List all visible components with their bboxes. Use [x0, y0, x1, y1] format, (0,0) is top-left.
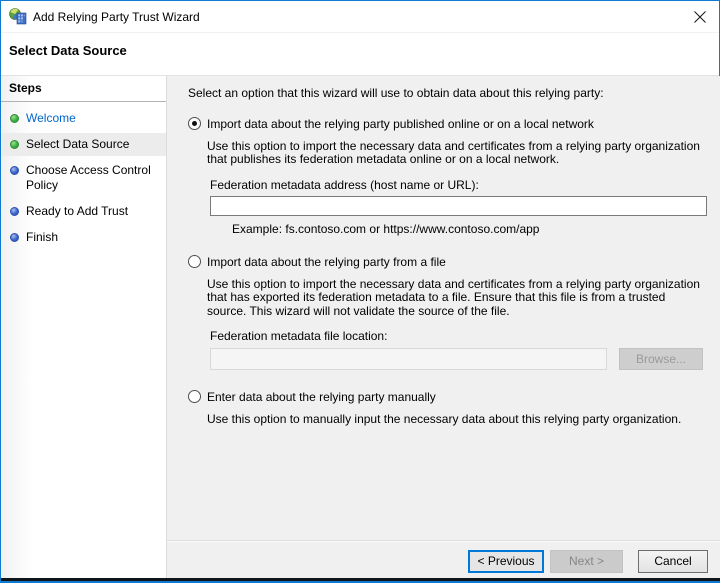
- metadata-file-label: Federation metadata file location:: [210, 329, 388, 343]
- radio-enter-manually[interactable]: [188, 389, 201, 403]
- option-description: Use this option to import the necessary …: [207, 138, 700, 166]
- metadata-address-block: Federation metadata address (host name o…: [210, 177, 707, 237]
- step-item-ready-to-add-trust: Ready to Add Trust: [1, 200, 166, 223]
- step-item-finish: Finish: [1, 226, 166, 249]
- titlebar: Add Relying Party Trust Wizard: [1, 1, 719, 33]
- previous-button[interactable]: < Previous: [468, 549, 544, 573]
- close-icon: [693, 10, 707, 27]
- content-pane: Select an option that this wizard will u…: [167, 76, 720, 581]
- option-label[interactable]: Enter data about the relying party manua…: [207, 390, 436, 404]
- steps-sidebar: Steps Welcome Select Data Source Choose …: [1, 76, 167, 581]
- steps-title: Steps: [1, 76, 166, 102]
- page-header: Select Data Source: [1, 33, 719, 75]
- step-upcoming-dot: [10, 207, 19, 216]
- option-import-file: Import data about the relying party from…: [188, 254, 707, 269]
- option-description: Use this option to manually input the ne…: [207, 411, 682, 426]
- metadata-file-block: Federation metadata file location: Brows…: [210, 329, 707, 370]
- browse-button: Browse...: [619, 347, 703, 370]
- wizard-window: Add Relying Party Trust Wizard Select Da…: [0, 0, 720, 583]
- radio-import-file[interactable]: [188, 254, 201, 268]
- option-description: Use this option to import the necessary …: [207, 276, 700, 318]
- step-item-select-data-source[interactable]: Select Data Source: [1, 133, 166, 156]
- metadata-address-input[interactable]: [210, 196, 707, 216]
- wizard-footer: < Previous Next > Cancel: [167, 540, 720, 581]
- metadata-address-example: Example: fs.contoso.com or https://www.c…: [232, 222, 540, 236]
- wizard-body: Steps Welcome Select Data Source Choose …: [1, 75, 720, 581]
- metadata-file-input: [210, 347, 607, 370]
- page-title: Select Data Source: [9, 43, 127, 58]
- option-label[interactable]: Import data about the relying party from…: [207, 255, 446, 269]
- cancel-button[interactable]: Cancel: [638, 549, 708, 573]
- metadata-address-label: Federation metadata address (host name o…: [210, 177, 479, 192]
- radio-import-online[interactable]: [188, 116, 201, 130]
- step-done-dot: [10, 114, 19, 123]
- window-title: Add Relying Party Trust Wizard: [33, 9, 200, 24]
- step-label: Ready to Add Trust: [26, 204, 129, 218]
- option-enter-manually: Enter data about the relying party manua…: [188, 389, 707, 404]
- step-done-dot: [10, 140, 19, 149]
- step-upcoming-dot: [10, 233, 19, 242]
- adfs-app-icon: [9, 8, 27, 25]
- option-label[interactable]: Import data about the relying party publ…: [207, 117, 594, 131]
- step-item-choose-access-control-policy: Choose Access Control Policy: [1, 159, 166, 197]
- step-upcoming-dot: [10, 166, 19, 175]
- step-label: Welcome: [26, 111, 76, 125]
- step-label: Select Data Source: [26, 137, 130, 151]
- step-label: Choose Access Control Policy: [26, 163, 151, 192]
- step-label: Finish: [26, 230, 59, 244]
- window-bottom-edge: [1, 578, 720, 581]
- intro-text: Select an option that this wizard will u…: [188, 86, 604, 100]
- option-import-online: Import data about the relying party publ…: [188, 116, 707, 131]
- steps-list: Welcome Select Data Source Choose Access…: [1, 107, 166, 249]
- step-item-welcome[interactable]: Welcome: [1, 107, 166, 130]
- next-button: Next >: [550, 549, 623, 573]
- close-button[interactable]: [688, 6, 712, 30]
